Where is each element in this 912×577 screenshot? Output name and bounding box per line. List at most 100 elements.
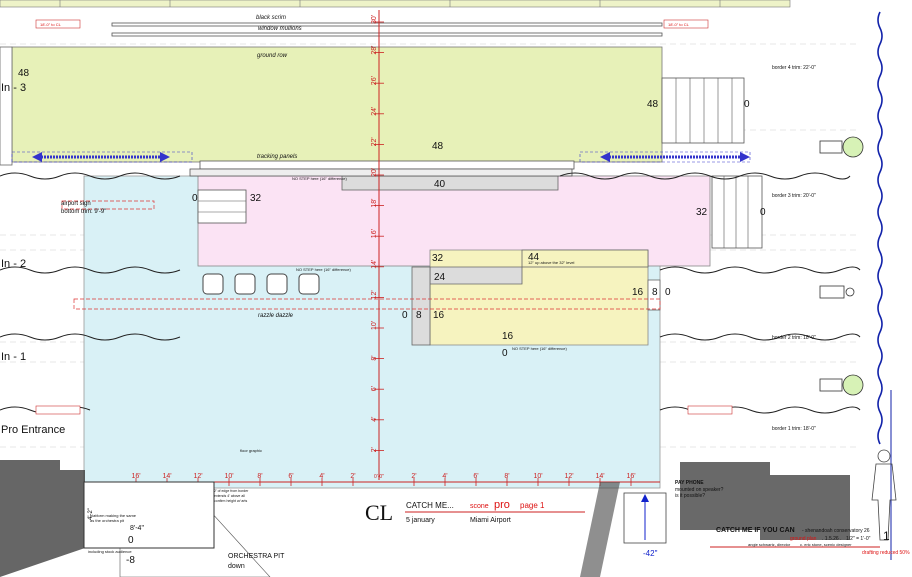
height-32-left: 32 [250,193,262,204]
top-strip [0,0,791,8]
no-step-label-3: NO STEP here (16" difference) [512,346,568,351]
horizontal-tick-label-right: 4' [442,473,447,480]
window-mullions-label: window mullions [258,26,302,32]
horizontal-tick-label-right: 6' [473,473,478,480]
horizontal-tick-label-left: 8' [257,473,262,480]
height-16-b: 16 [433,310,445,321]
pay-phone-note-2: is it possible? [675,493,705,499]
black-scrim-bar [111,22,663,27]
horizontal-tick-label-left: 12' [193,473,202,480]
horizontal-tick-label-right: 2' [411,473,416,480]
horizontal-tick-label-right: 10' [533,473,542,480]
vertical-tick-label: 26' [371,76,378,85]
title-scene: scone [470,503,489,510]
horizontal-tick-label-left: 16' [131,473,140,480]
horizontal-tick-label-right: 14' [595,473,604,480]
border4-trim: border 4 trim: 22'-0" [772,65,816,71]
vertical-tick-label: 24' [371,107,378,116]
no-step-label-1: NO STEP here (16" difference) [292,176,348,181]
edge-note-1: 2' of edge from border [214,489,249,493]
right-edge-curtain [877,11,883,445]
cl-symbol: CL [365,500,393,525]
right-stairs [711,175,763,249]
height-0-a: 0 [665,287,671,298]
height-16-c: 16 [502,331,514,342]
height-0-right: 0 [760,207,766,218]
border2-trim: border 2 trim: 18'-0" [772,335,816,341]
zone-in3: In - 3 [1,82,26,94]
vertical-tick-label: 30' [371,15,378,24]
vertical-tick-label: 6' [371,386,378,391]
left-wagon [0,46,13,166]
dimension-42: 4'-2" [88,508,94,520]
horizontal-tick-label-left: 10' [224,473,233,480]
height-0-right-top: 0 [744,99,750,110]
edge-note-3: confirm height w/ arts [214,499,248,503]
tracking-panels [199,160,575,170]
height-0-c: 0 [502,348,508,359]
lighting-instruments [819,136,864,396]
horizontal-tick-label-left: 6' [288,473,293,480]
scale-figure [871,449,897,541]
venue: - shenandoah conservatory 26 [802,528,870,534]
height-0-b: 0 [402,310,408,321]
height-8-a: 8 [652,287,658,298]
border1-trim: border 1 trim: 18'-0" [772,426,816,432]
vertical-tick-label: 12' [371,290,378,299]
show-title: CATCH ME IF YOU CAN [716,527,795,534]
ground-plan-drawing: 30' 28' 26' 24' 22' 20' 18' 16' 14' 12' 10' 8' 6' 4' 2… [0,0,912,577]
drafting-reduced: drafting reduced 50% [862,550,910,556]
right-stairs-top [661,77,745,144]
height-16-a: 16 [632,287,644,298]
zone-pro-entrance: Pro Entrance [1,424,65,436]
pit-dimension: 8'-4" [130,525,144,532]
vertical-tick-label: 10' [371,321,378,330]
orchestra-pit-label: ORCHESTRA PIT [228,553,285,560]
height-48-left: 48 [18,68,30,79]
pay-phone-label: PAY PHONE [675,480,704,486]
title-pro: pro [494,499,510,511]
height-neg8: -8 [126,555,135,566]
orchestra-pit-sub: down [228,563,245,570]
vertical-tick-label: 4' [371,417,378,422]
black-scrim-label: black scrim [256,15,286,21]
airport-sign-label: airport sign [61,201,91,207]
height-8-b: 8 [416,310,422,321]
no-step-label-2: NO STEP here (16" difference) [296,267,352,272]
vertical-tick-label: 14' [371,260,378,269]
height-48-right: 48 [647,99,659,110]
height-0-left: 0 [192,193,198,204]
title-page: page 1 [520,501,545,510]
cl-tag-left: 18'-0" to CL [40,22,62,27]
razzle-dazzle-label: razzle dazzle [258,313,294,319]
horizontal-tick-label-left: 14' [162,473,171,480]
platform-note-2: as the orchestra pit [90,518,125,523]
horizontal-tick-label-right: 12' [564,473,573,480]
vertical-tick-label: 8' [371,355,378,360]
drafting-canvas: 30'28'26'24'22'20'18'16'14'12'10'8'6'4'2… [0,0,910,577]
floor-graphic-label: floor graphic [240,448,262,453]
horizontal-tick-label-right: 16' [626,473,635,480]
title-date: 5 january [406,517,435,524]
center-zero-label: 0'-0" [374,474,384,480]
cl-tag-right: 18'-0" to CL [668,22,690,27]
credits-director: angie schwartz, director [748,542,791,547]
airport-sign-trim: bottom trim: 9'-9" [61,209,106,215]
height-0-pit: 0 [128,535,134,546]
vertical-tick-label: 28' [371,45,378,54]
height-32-center: 32 [432,253,444,264]
edge-note-2: extends 4' above all [214,494,245,498]
vertical-tick-label: 22' [371,137,378,146]
border3-trim: border 3 trim: 20'-0" [772,193,816,199]
vertical-tick-label: 16' [371,229,378,238]
ground-row [11,46,663,163]
credits-designer: c. eric stone, scenic designer [800,542,852,547]
step-8 [411,266,431,346]
existing-note: including stock audience [88,549,132,554]
title: CATCH ME... [406,501,454,510]
height-neg42: -42" [643,549,658,558]
height-40: 40 [434,179,446,190]
horizontal-tick-label-left: 2' [350,473,355,480]
height-32-right: 32 [696,207,708,218]
height-48-center: 48 [432,141,444,152]
